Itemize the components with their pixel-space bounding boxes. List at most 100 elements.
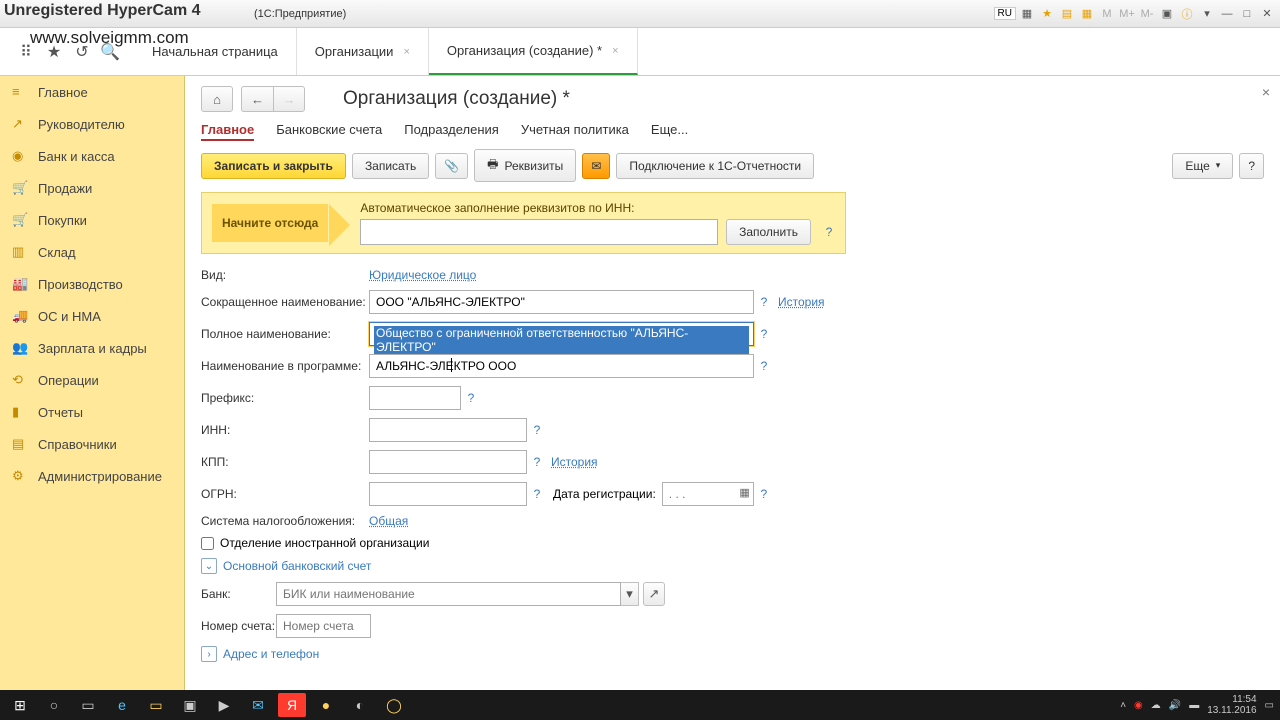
attach-button[interactable]: 📎	[435, 153, 468, 179]
tab-close-icon[interactable]: ×	[403, 46, 409, 58]
report-icon: ▮	[12, 404, 28, 420]
sidebar-item-assets[interactable]: 🚚ОС и НМА	[0, 300, 184, 332]
sidebar-item-warehouse[interactable]: ▥Склад	[0, 236, 184, 268]
help-icon[interactable]: ?	[758, 295, 770, 309]
bank-dropdown-icon[interactable]: ▾	[621, 582, 639, 606]
help-icon[interactable]: ?	[823, 225, 835, 239]
dropdown-icon[interactable]: ▾	[1198, 5, 1216, 23]
sidebar-item-reports[interactable]: ▮Отчеты	[0, 396, 184, 428]
search-icon[interactable]: ○	[40, 693, 68, 717]
sidebar-item-admin[interactable]: ⚙Администрирование	[0, 460, 184, 492]
m-plus-icon[interactable]: M+	[1118, 5, 1136, 23]
start-icon[interactable]: ⊞	[6, 693, 34, 717]
account-input[interactable]	[276, 614, 371, 638]
history-link[interactable]: История	[778, 295, 825, 309]
subtab-bank-accounts[interactable]: Банковские счета	[276, 120, 382, 141]
save-button[interactable]: Записать	[352, 153, 429, 179]
forward-button[interactable]: →	[273, 86, 305, 112]
star-icon[interactable]: ★	[1038, 5, 1056, 23]
sidebar-item-directories[interactable]: ▤Справочники	[0, 428, 184, 460]
help-icon[interactable]: ?	[465, 391, 477, 405]
sidebar-item-main[interactable]: ≡Главное	[0, 76, 184, 108]
short-name-input[interactable]	[369, 290, 754, 314]
media-icon[interactable]: ▶	[210, 693, 238, 717]
sidebar-item-sales[interactable]: 🛒Продажи	[0, 172, 184, 204]
content: × ⌂ ← → Организация (создание) * Главное…	[185, 76, 1280, 690]
tab-organizations[interactable]: Организации×	[297, 28, 429, 75]
calc-icon[interactable]: ▦	[1078, 5, 1096, 23]
maximize-icon[interactable]: □	[1238, 5, 1256, 23]
tab-organization-create[interactable]: Организация (создание) *×	[429, 28, 638, 75]
inn-autofill-input[interactable]	[360, 219, 718, 245]
taskview-icon[interactable]: ▭	[74, 693, 102, 717]
vid-value[interactable]: Юридическое лицо	[369, 268, 476, 282]
clock[interactable]: 11:54 13.11.2016	[1207, 694, 1256, 716]
sidebar-item-purchases[interactable]: 🛒Покупки	[0, 204, 184, 236]
connect-1c-button[interactable]: Подключение к 1С-Отчетности	[616, 153, 814, 179]
notifications-icon[interactable]: ▭	[1265, 700, 1274, 711]
tray-volume-icon[interactable]: 🔊	[1169, 700, 1181, 711]
help-icon[interactable]: ?	[758, 359, 770, 373]
requisites-button[interactable]: 🖶Реквизиты	[474, 149, 576, 182]
sidebar-item-operations[interactable]: ⟲Операции	[0, 364, 184, 396]
calendar-icon[interactable]: ▤	[1058, 5, 1076, 23]
mail-button[interactable]: ✉	[582, 153, 610, 179]
calendar-icon[interactable]: ▦	[739, 486, 749, 499]
ogrn-input[interactable]	[369, 482, 527, 506]
address-section-toggle[interactable]: › Адрес и телефон	[201, 646, 1264, 662]
prog-name-input[interactable]	[369, 354, 754, 378]
window-icon[interactable]: ▣	[1158, 5, 1176, 23]
tray-record-icon[interactable]: ◉	[1134, 700, 1143, 711]
help-icon[interactable]: ?	[531, 455, 543, 469]
lang-indicator[interactable]: RU	[994, 7, 1016, 20]
form-close-icon[interactable]: ×	[1262, 84, 1270, 100]
subtab-main[interactable]: Главное	[201, 120, 254, 141]
save-close-button[interactable]: Записать и закрыть	[201, 153, 346, 179]
tray-up-icon[interactable]: ˄	[1120, 700, 1126, 711]
minimize-icon[interactable]: —	[1218, 5, 1236, 23]
help-icon[interactable]: ?	[758, 327, 770, 341]
m-icon[interactable]: M	[1098, 5, 1116, 23]
close-icon[interactable]: ✕	[1258, 5, 1276, 23]
bank-open-icon[interactable]: ↗	[643, 582, 665, 606]
tray-onedrive-icon[interactable]: ☁	[1151, 700, 1161, 711]
history-link[interactable]: История	[551, 455, 598, 469]
bank-input[interactable]	[276, 582, 621, 606]
yandex-icon[interactable]: Я	[278, 693, 306, 717]
full-name-input[interactable]: Общество с ограниченной ответственностью…	[369, 322, 754, 346]
help-icon[interactable]: ?	[758, 487, 770, 501]
bank-section-toggle[interactable]: ⌄ Основной банковский счет	[201, 558, 1264, 574]
tab-close-icon[interactable]: ×	[612, 45, 618, 57]
sidebar-item-salary[interactable]: 👥Зарплата и кадры	[0, 332, 184, 364]
explorer-icon[interactable]: ▭	[142, 693, 170, 717]
vid-label: Вид:	[201, 268, 369, 282]
browser-icon[interactable]: ●	[312, 693, 340, 717]
kpp-input[interactable]	[369, 450, 527, 474]
tax-value[interactable]: Общая	[369, 514, 408, 528]
subtab-more[interactable]: Еще...	[651, 120, 688, 141]
inn-input[interactable]	[369, 418, 527, 442]
info-icon[interactable]: ⓘ	[1178, 5, 1196, 23]
help-button[interactable]: ?	[1239, 153, 1264, 179]
sidebar-item-manager[interactable]: ↗Руководителю	[0, 108, 184, 140]
subtab-accounting-policy[interactable]: Учетная политика	[521, 120, 629, 141]
back-button[interactable]: ←	[241, 86, 273, 112]
foreign-branch-checkbox[interactable]	[201, 537, 214, 550]
chrome-icon[interactable]: ◐	[346, 693, 374, 717]
more-button[interactable]: Еще ▾	[1172, 153, 1233, 179]
help-icon[interactable]: ?	[531, 487, 543, 501]
prefix-input[interactable]	[369, 386, 461, 410]
subtab-departments[interactable]: Подразделения	[404, 120, 499, 141]
store-icon[interactable]: ▣	[176, 693, 204, 717]
help-icon[interactable]: ?	[531, 423, 543, 437]
tray-network-icon[interactable]: ▬	[1189, 700, 1199, 711]
sidebar-item-bank[interactable]: ◉Банк и касса	[0, 140, 184, 172]
m-minus-icon[interactable]: M-	[1138, 5, 1156, 23]
tb-icon[interactable]: ▦	[1018, 5, 1036, 23]
home-button[interactable]: ⌂	[201, 86, 233, 112]
app-icon[interactable]: ◯	[380, 693, 408, 717]
edge-icon[interactable]: e	[108, 693, 136, 717]
sidebar-item-production[interactable]: 🏭Производство	[0, 268, 184, 300]
fill-button[interactable]: Заполнить	[726, 219, 811, 245]
mail-icon[interactable]: ✉	[244, 693, 272, 717]
